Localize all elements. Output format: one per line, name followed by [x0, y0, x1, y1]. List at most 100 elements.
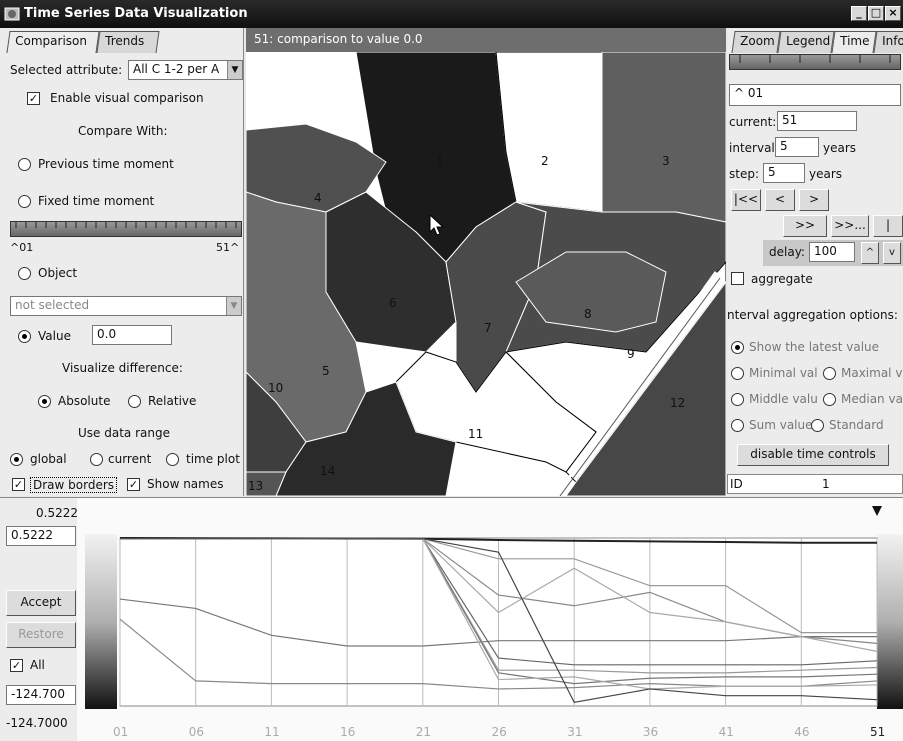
max-value-label: 0.5222 — [36, 506, 78, 520]
accept-button[interactable]: Accept — [6, 590, 76, 616]
compare-with-label: Compare With: — [78, 124, 168, 138]
map-view[interactable]: 51: comparison to value 0.0 1 2 3 4 5 6 … — [246, 28, 726, 496]
last-frame-button[interactable]: | — [873, 215, 903, 237]
choropleth-map[interactable]: 1 2 3 4 5 6 7 8 9 10 11 12 13 14 — [246, 52, 726, 496]
global-radio[interactable] — [10, 453, 23, 466]
interval-input[interactable]: 5 — [775, 137, 819, 157]
min-value-label: -124.7000 — [6, 716, 68, 730]
tab-comparison[interactable]: Comparison — [6, 31, 100, 53]
tab-time[interactable]: Time — [831, 31, 877, 53]
region-label-1: 1 — [436, 154, 444, 168]
show-latest-radio[interactable] — [731, 341, 744, 354]
first-frame-button[interactable]: |<< — [731, 189, 761, 211]
maximal-radio[interactable] — [823, 367, 836, 380]
close-button[interactable]: × — [885, 6, 901, 21]
map-region-3 — [601, 52, 726, 223]
region-label-11: 11 — [468, 427, 483, 441]
id-row: ID 1 — [727, 474, 903, 494]
window-title: Time Series Data Visualization — [24, 6, 248, 21]
delay-input[interactable]: 100 — [809, 242, 855, 262]
middle-radio[interactable] — [731, 393, 744, 406]
interval-units: years — [823, 141, 857, 155]
relative-label: Relative — [148, 394, 197, 408]
region-label-8: 8 — [584, 307, 592, 321]
region-label-4: 4 — [314, 191, 322, 205]
disable-time-controls-button[interactable]: disable time controls — [737, 444, 889, 466]
current-time-label: current: — [729, 115, 777, 129]
x-tick-label: 46 — [794, 725, 809, 739]
chevron-down-icon: ▼ — [227, 61, 242, 79]
show-names-checkbox[interactable]: ✓ — [127, 478, 140, 491]
map-header: 51: comparison to value 0.0 — [246, 28, 726, 52]
time-field[interactable]: ^ 01 — [729, 84, 901, 106]
previous-frame-button[interactable]: < — [765, 189, 795, 211]
step-input[interactable]: 5 — [763, 163, 805, 183]
id-value: 1 — [822, 477, 830, 491]
maximal-label: Maximal v — [841, 366, 903, 380]
attribute-select[interactable]: All C 1-2 per A ▼ — [128, 60, 243, 80]
region-label-2: 2 — [541, 154, 549, 168]
value-radio[interactable] — [18, 330, 31, 343]
object-select[interactable]: not selected ▼ — [10, 296, 242, 316]
value-input[interactable]: 0.0 — [92, 325, 172, 345]
max-value-input[interactable]: 0.5222 — [6, 526, 76, 546]
all-checkbox[interactable]: ✓ — [10, 659, 23, 672]
play-forward-continuous-button[interactable]: >>... — [831, 215, 869, 237]
sum-radio[interactable] — [731, 419, 744, 432]
region-label-5: 5 — [322, 364, 330, 378]
region-label-10: 10 — [268, 381, 283, 395]
current-radio[interactable] — [90, 453, 103, 466]
region-label-13: 13 — [248, 479, 263, 493]
fixed-time-moment-label: Fixed time moment — [38, 194, 155, 208]
next-frame-button[interactable]: > — [799, 189, 829, 211]
enable-visual-comparison-label: Enable visual comparison — [50, 91, 204, 105]
x-tick-label: 26 — [492, 725, 507, 739]
delay-up-button[interactable]: ^ — [861, 242, 879, 264]
tab-zoom[interactable]: Zoom — [731, 31, 781, 53]
caret-up-icon: ^ — [734, 86, 745, 100]
region-label-3: 3 — [662, 154, 670, 168]
fixed-time-moment-radio[interactable] — [18, 195, 31, 208]
comparison-panel: Comparison Trends Selected attribute: Al… — [0, 28, 244, 496]
maximize-button[interactable]: □ — [868, 6, 884, 21]
time-graph-chart[interactable]: 01 06 11 16 21 26 31 36 41 46 51 — [77, 498, 903, 741]
min-value-input[interactable]: -124.700 — [6, 685, 76, 705]
tab-trends[interactable]: Trends — [96, 31, 160, 53]
tab-info[interactable]: Info — [873, 31, 903, 53]
middle-label: Middle valu — [749, 392, 818, 406]
region-label-12: 12 — [670, 396, 685, 410]
time-moment-slider[interactable] — [10, 221, 242, 237]
interval-aggregation-label: nterval aggregation options: — [727, 308, 898, 322]
x-tick-label: 06 — [189, 725, 204, 739]
x-tick-label: 51 — [870, 725, 885, 739]
draw-borders-checkbox[interactable]: ✓ — [12, 478, 25, 491]
restore-button[interactable]: Restore — [6, 622, 76, 648]
standard-radio[interactable] — [811, 419, 824, 432]
tab-legend[interactable]: Legend — [777, 31, 835, 53]
minimal-label: Minimal val — [749, 366, 818, 380]
time-slider-ticks — [739, 55, 891, 63]
time-slider[interactable] — [729, 54, 901, 70]
previous-time-moment-radio[interactable] — [18, 158, 31, 171]
chevron-down-icon: ▼ — [226, 297, 241, 315]
current-time-input[interactable]: 51 — [777, 111, 857, 131]
x-tick-label: 01 — [113, 725, 128, 739]
delay-down-button[interactable]: v — [883, 242, 901, 264]
absolute-radio[interactable] — [38, 395, 51, 408]
minimize-button[interactable]: _ — [851, 6, 867, 21]
title-bar: Time Series Data Visualization _ □ × — [0, 0, 903, 28]
object-radio[interactable] — [18, 267, 31, 280]
aggregate-checkbox[interactable] — [731, 272, 744, 285]
app-icon — [4, 7, 20, 21]
play-forward-button[interactable]: >> — [783, 215, 827, 237]
median-radio[interactable] — [823, 393, 836, 406]
enable-visual-comparison-checkbox[interactable]: ✓ — [27, 92, 40, 105]
relative-radio[interactable] — [128, 395, 141, 408]
slider-ticks — [15, 222, 237, 228]
minimal-radio[interactable] — [731, 367, 744, 380]
x-tick-label: 11 — [264, 725, 279, 739]
x-tick-label: 41 — [719, 725, 734, 739]
delay-label: delay: — [769, 245, 805, 259]
time-plot-radio[interactable] — [166, 453, 179, 466]
median-label: Median va — [841, 392, 903, 406]
